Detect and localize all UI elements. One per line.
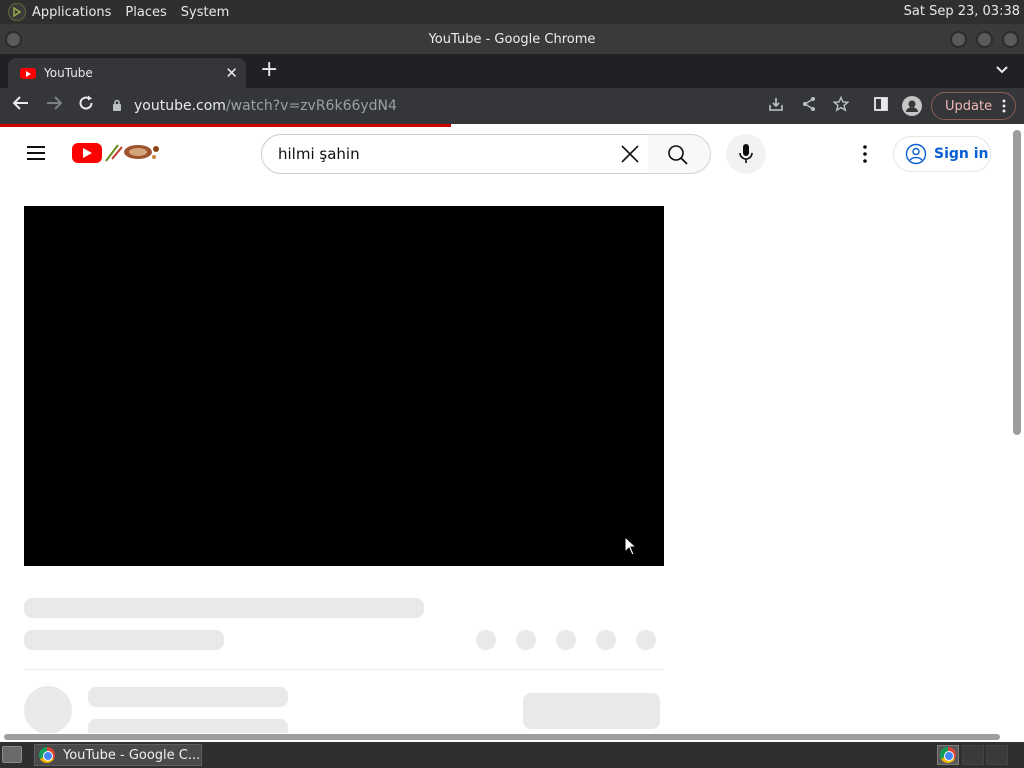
- chrome-icon: [940, 747, 956, 763]
- back-arrow-icon[interactable]: [12, 94, 30, 117]
- meta-skeleton: [24, 630, 224, 650]
- title-skeleton: [24, 598, 424, 618]
- bookmark-star-icon[interactable]: [832, 95, 850, 116]
- search-icon: [668, 145, 688, 165]
- applications-menu[interactable]: Applications: [32, 5, 111, 20]
- youtube-page: hilmi şahin Sign in: [0, 127, 1010, 733]
- workspace-3[interactable]: [986, 745, 1008, 765]
- update-button[interactable]: Update: [931, 92, 1016, 120]
- chrome-icon: [39, 747, 55, 763]
- tab-close-icon[interactable]: ✕: [225, 64, 238, 82]
- side-panel-icon[interactable]: [873, 96, 889, 116]
- action-skeleton: [596, 630, 616, 650]
- workspace-1[interactable]: [937, 745, 959, 765]
- sign-in-label: Sign in: [934, 146, 989, 162]
- reload-icon[interactable]: [77, 94, 95, 117]
- mouse-cursor-icon: [624, 536, 638, 556]
- panel-clock[interactable]: Sat Sep 23, 03:38: [904, 4, 1020, 19]
- profile-avatar-icon[interactable]: [902, 96, 922, 116]
- close-window-button[interactable]: [1002, 31, 1019, 48]
- tab-search-chevron-icon[interactable]: [996, 63, 1008, 77]
- action-skeleton: [636, 630, 656, 650]
- bottom-taskbar: YouTube - Google C...: [0, 742, 1024, 768]
- places-menu[interactable]: Places: [125, 5, 166, 20]
- clear-search-icon[interactable]: [619, 143, 641, 165]
- action-skeleton: [476, 630, 496, 650]
- share-icon[interactable]: [801, 96, 817, 116]
- window-menu-button[interactable]: [5, 31, 22, 48]
- update-label: Update: [945, 98, 993, 114]
- search-query: hilmi şahin: [278, 145, 360, 163]
- avatar-skeleton: [24, 686, 72, 733]
- lock-icon[interactable]: [112, 99, 122, 114]
- subs-skeleton: [88, 719, 288, 733]
- url-path: /watch?v=zvR6k66ydN4: [225, 98, 397, 114]
- subscribe-skeleton: [523, 693, 660, 729]
- section-divider: [24, 669, 664, 670]
- window-titlebar[interactable]: YouTube - Google Chrome: [0, 24, 1024, 54]
- taskbar-window-chrome[interactable]: YouTube - Google C...: [34, 744, 202, 766]
- distro-logo-icon[interactable]: [8, 3, 26, 21]
- voice-search-button[interactable]: [726, 134, 766, 174]
- tab-strip: YouTube ✕ +: [0, 54, 1024, 88]
- chrome-menu-icon[interactable]: [1002, 98, 1006, 118]
- settings-menu-icon[interactable]: [857, 144, 873, 164]
- vertical-scroll-thumb[interactable]: [1013, 130, 1021, 435]
- video-player[interactable]: [24, 206, 664, 566]
- install-app-icon[interactable]: [768, 96, 784, 116]
- new-tab-icon[interactable]: +: [260, 59, 278, 81]
- top-panel: Applications Places System Sat Sep 23, 0…: [0, 0, 1024, 24]
- horizontal-scroll-thumb[interactable]: [4, 734, 1000, 740]
- microphone-icon: [739, 144, 753, 163]
- forward-arrow-icon[interactable]: [45, 94, 63, 117]
- url-host: youtube.com: [134, 98, 226, 114]
- tab-youtube[interactable]: YouTube ✕: [8, 58, 246, 88]
- system-menu[interactable]: System: [181, 5, 229, 20]
- browser-toolbar: youtube.com/watch?v=zvR6k66ydN4 Update: [0, 88, 1024, 124]
- search-button[interactable]: [648, 134, 711, 174]
- tab-title: YouTube: [44, 66, 93, 80]
- show-desktop-icon[interactable]: [2, 746, 22, 763]
- action-skeleton: [516, 630, 536, 650]
- youtube-favicon-icon: [20, 67, 36, 79]
- minimize-button[interactable]: [950, 31, 967, 48]
- account-circle-icon: [905, 143, 927, 165]
- taskbar-window-label: YouTube - Google C...: [63, 747, 201, 763]
- search-input[interactable]: hilmi şahin: [261, 134, 649, 174]
- action-skeleton: [556, 630, 576, 650]
- window-title: YouTube - Google Chrome: [428, 31, 596, 47]
- channel-skeleton: [88, 687, 288, 707]
- youtube-doodle-logo[interactable]: [104, 141, 162, 163]
- workspace-2[interactable]: [962, 745, 984, 765]
- maximize-button[interactable]: [976, 31, 993, 48]
- address-bar[interactable]: youtube.com/watch?v=zvR6k66ydN4: [112, 92, 862, 120]
- sign-in-button[interactable]: Sign in: [893, 136, 991, 172]
- youtube-logo-icon[interactable]: [72, 143, 102, 163]
- guide-menu-icon[interactable]: [27, 146, 45, 160]
